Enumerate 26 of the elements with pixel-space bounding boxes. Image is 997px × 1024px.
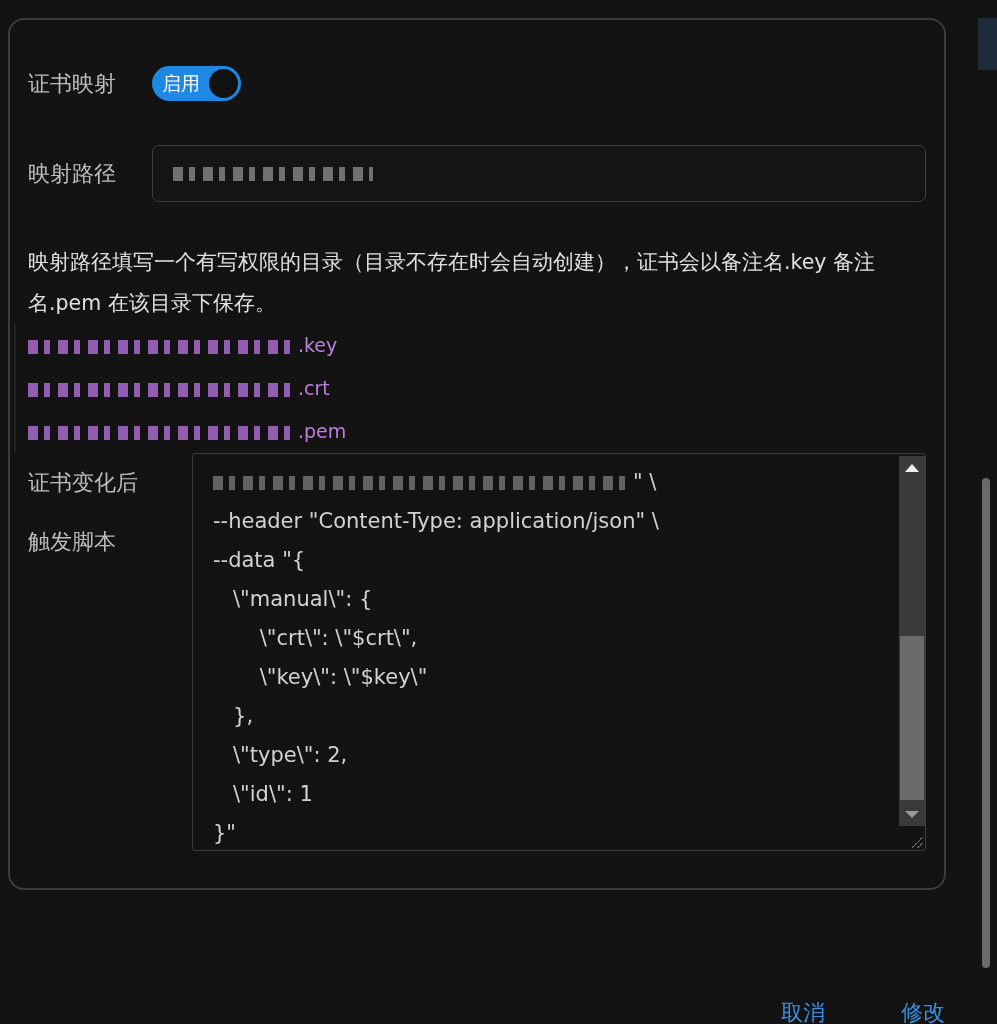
- code-line: }": [213, 821, 237, 845]
- code-line: --data "{: [213, 548, 306, 572]
- help-text: 映射路径填写一个有写权限的目录（目录不存在时会自动创建），证书会以备注名.key 备注名.pem 在该目录下保存。: [28, 249, 876, 317]
- dialog-button[interactable]: 取消: [781, 998, 825, 1024]
- page-scrollbar-thumb[interactable]: [982, 478, 990, 968]
- code-line: \"type\": 2,: [232, 743, 348, 767]
- field-label: 触发脚本: [28, 528, 117, 556]
- script-text-area[interactable]: " \ --header "Content-Type: application/json" \ --data "{ \"manual\": { \"crt\": \"$crt\", \"key\": \"$key\" }, \"type\": 2, \"id\": 1 }": [192, 453, 926, 851]
- field-label: 证书映射: [28, 69, 117, 98]
- field-label: 证书变化后: [28, 469, 139, 497]
- toggle-switch[interactable]: 启用: [152, 66, 241, 101]
- code-line: \"id\": 1: [232, 782, 313, 806]
- code-line: \"manual\": {: [232, 587, 373, 611]
- code-line: },: [232, 704, 254, 728]
- background-panel: [978, 18, 997, 70]
- dialog-button[interactable]: 修改: [901, 998, 945, 1024]
- file-name: .key: [298, 334, 338, 356]
- code-line: \"key\": \"$key\": [258, 665, 428, 689]
- scrollbar[interactable]: [899, 456, 925, 826]
- path-input-field[interactable]: [152, 145, 926, 202]
- code-line: --header "Content-Type: application/json" \: [213, 509, 659, 533]
- file-name: .crt: [298, 377, 330, 399]
- code-line: \"crt\": \"$crt\",: [258, 626, 418, 650]
- code-line: " \: [633, 470, 657, 494]
- file-name: .pem: [298, 420, 347, 442]
- field-label: 映射路径: [28, 159, 117, 188]
